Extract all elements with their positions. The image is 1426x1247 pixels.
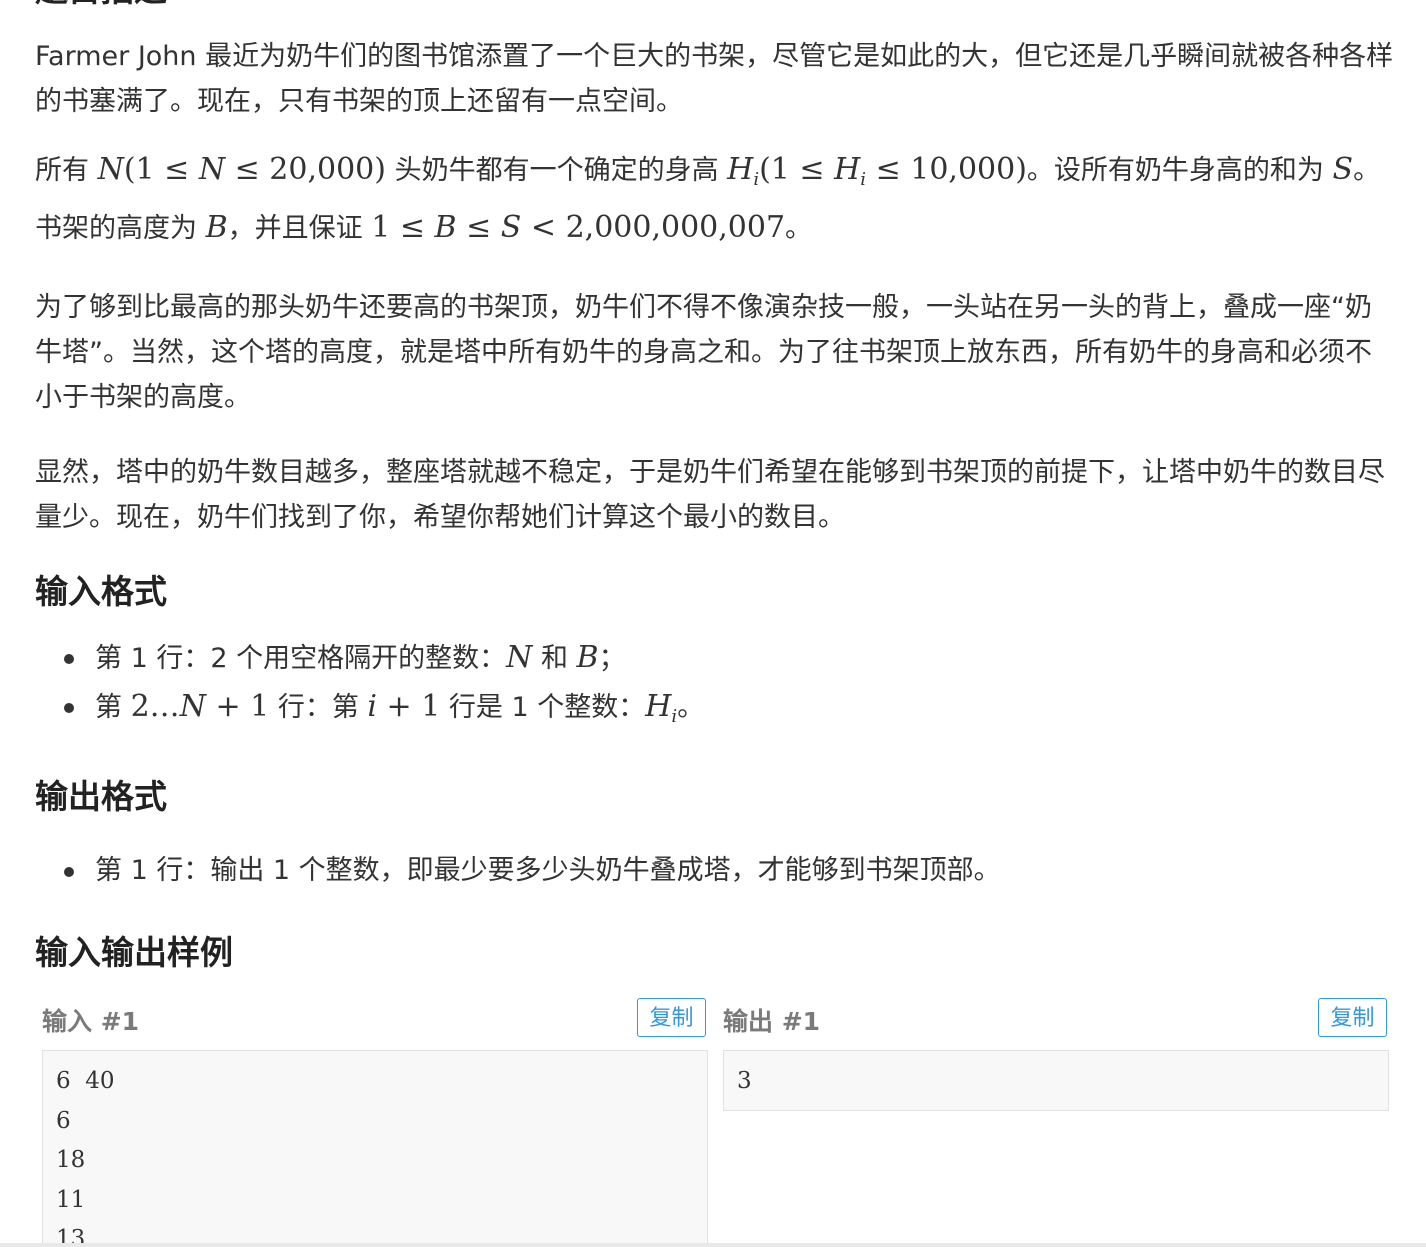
sample-input-line: 11 — [56, 1186, 86, 1213]
bullet-icon — [64, 867, 74, 877]
description-paragraph-2: 所有 N(1 ≤ N ≤ 20,000) 头奶牛都有一个确定的身高 Hi(1 ≤… — [35, 152, 1381, 245]
sample-input-label: 输入 #1 — [42, 1007, 140, 1036]
output-format-item-1: 第 1 行：输出 1 个整数，即最少要多少头奶牛叠成塔，才能够到书架顶部。 — [64, 847, 1395, 895]
sample-output-line: 3 — [737, 1068, 752, 1094]
input-format-item-2: 第 2…N + 1 行：第 i + 1 行是 1 个整数：Hi。 — [64, 683, 1395, 741]
bottom-divider — [0, 1243, 1426, 1247]
input-format-heading: 输入格式 — [35, 572, 167, 611]
description-paragraph-3: 为了够到比最高的那头奶牛还要高的书架顶，奶牛们不得不像演杂技一般，一头站在另一头… — [35, 292, 1372, 413]
description-heading: 题目描述 — [35, 0, 1395, 10]
output-format-heading: 输出格式 — [35, 777, 167, 816]
bullet-icon — [64, 654, 74, 664]
problem-statement: 题目描述 Farmer John 最近为奶牛们的图书馆添置了一个巨大的书架，尽管… — [35, 0, 1395, 973]
input-format-item-1: 第 1 行：2 个用空格隔开的整数：N 和 B； — [64, 634, 1395, 683]
description-paragraph-4: 显然，塔中的奶牛数目越多，整座塔就越不稳定，于是奶牛们希望在能够到书架顶的前提下… — [35, 457, 1385, 533]
sample-input-line: 6 — [56, 1107, 71, 1134]
sample-input-line: 18 — [56, 1147, 86, 1173]
input-format-list: 第 1 行：2 个用空格隔开的整数：N 和 B； 第 2…N + 1 行：第 i… — [35, 634, 1395, 741]
sample-input-line: 6 40 — [56, 1068, 115, 1094]
sample-output-box[interactable]: 3 — [723, 1050, 1389, 1111]
copy-output-button[interactable]: 复制 — [1318, 998, 1387, 1037]
bullet-icon — [64, 703, 74, 713]
samples-heading: 输入输出样例 — [35, 933, 233, 972]
output-format-item-text: 第 1 行：输出 1 个整数，即最少要多少头奶牛叠成塔，才能够到书架顶部。 — [95, 855, 1001, 886]
copy-input-button[interactable]: 复制 — [637, 998, 706, 1037]
output-format-list: 第 1 行：输出 1 个整数，即最少要多少头奶牛叠成塔，才能够到书架顶部。 — [35, 847, 1395, 895]
description-paragraph-1: Farmer John 最近为奶牛们的图书馆添置了一个巨大的书架，尽管它是如此的… — [35, 41, 1394, 117]
sample-output-label: 输出 #1 — [723, 1007, 821, 1036]
sample-input-box[interactable]: 6 40 6 18 11 13 — [42, 1050, 708, 1247]
